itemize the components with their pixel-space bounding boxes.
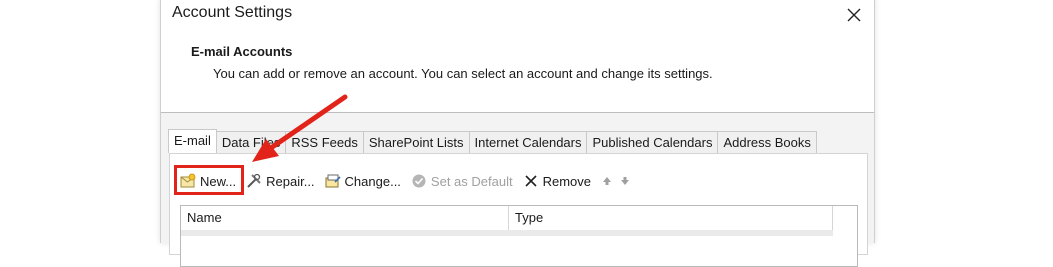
- repair-button-label: Repair...: [266, 173, 315, 189]
- repair-button[interactable]: Repair...: [246, 170, 315, 192]
- accounts-list[interactable]: Name Type: [180, 205, 858, 267]
- arrow-up-icon: [603, 177, 611, 185]
- column-header-name[interactable]: Name: [181, 206, 509, 230]
- remove-button-label: Remove: [542, 173, 591, 189]
- dialog-title: Account Settings: [172, 4, 293, 21]
- repair-tools-icon: [246, 173, 262, 189]
- tab-address-books[interactable]: Address Books: [717, 131, 817, 153]
- tab-rss-feeds[interactable]: RSS Feeds: [285, 131, 364, 153]
- tab-email[interactable]: E-mail: [168, 129, 217, 153]
- list-item[interactable]: [181, 230, 833, 236]
- account-settings-dialog: Account Settings E-mail Accounts You can…: [160, 0, 875, 267]
- body-area: E-mail Data Files RSS Feeds SharePoint L…: [161, 113, 874, 267]
- tab-data-files[interactable]: Data Files: [215, 131, 287, 153]
- set-as-default-label: Set as Default: [430, 173, 513, 189]
- change-button[interactable]: Change...: [325, 170, 401, 192]
- titlebar: Account Settings: [161, 0, 874, 30]
- change-account-icon: [325, 173, 341, 189]
- toolbar: New... Repair... Change... Set as Defaul…: [174, 165, 641, 195]
- set-as-default-button[interactable]: Set as Default: [411, 170, 513, 192]
- checkmark-circle-icon: [411, 173, 427, 189]
- change-button-label: Change...: [344, 173, 401, 189]
- tab-internet-calendars[interactable]: Internet Calendars: [468, 131, 588, 153]
- arrow-down-icon: [621, 177, 629, 185]
- tab-published-calendars[interactable]: Published Calendars: [586, 131, 719, 153]
- move-down-button[interactable]: [619, 170, 631, 192]
- tab-sharepoint-lists[interactable]: SharePoint Lists: [362, 131, 470, 153]
- move-up-button[interactable]: [601, 170, 613, 192]
- new-button[interactable]: New...: [174, 165, 244, 195]
- header-section: E-mail Accounts You can add or remove an…: [161, 30, 874, 113]
- close-button[interactable]: [841, 2, 867, 28]
- column-header-type[interactable]: Type: [509, 206, 833, 230]
- annotation-highlight-box: [174, 165, 244, 195]
- remove-x-icon: [523, 173, 539, 189]
- section-description: You can add or remove an account. You ca…: [213, 66, 713, 81]
- tab-strip: E-mail Data Files RSS Feeds SharePoint L…: [168, 129, 817, 153]
- section-title: E-mail Accounts: [191, 44, 293, 59]
- remove-button[interactable]: Remove: [523, 170, 591, 192]
- close-icon: [847, 8, 861, 22]
